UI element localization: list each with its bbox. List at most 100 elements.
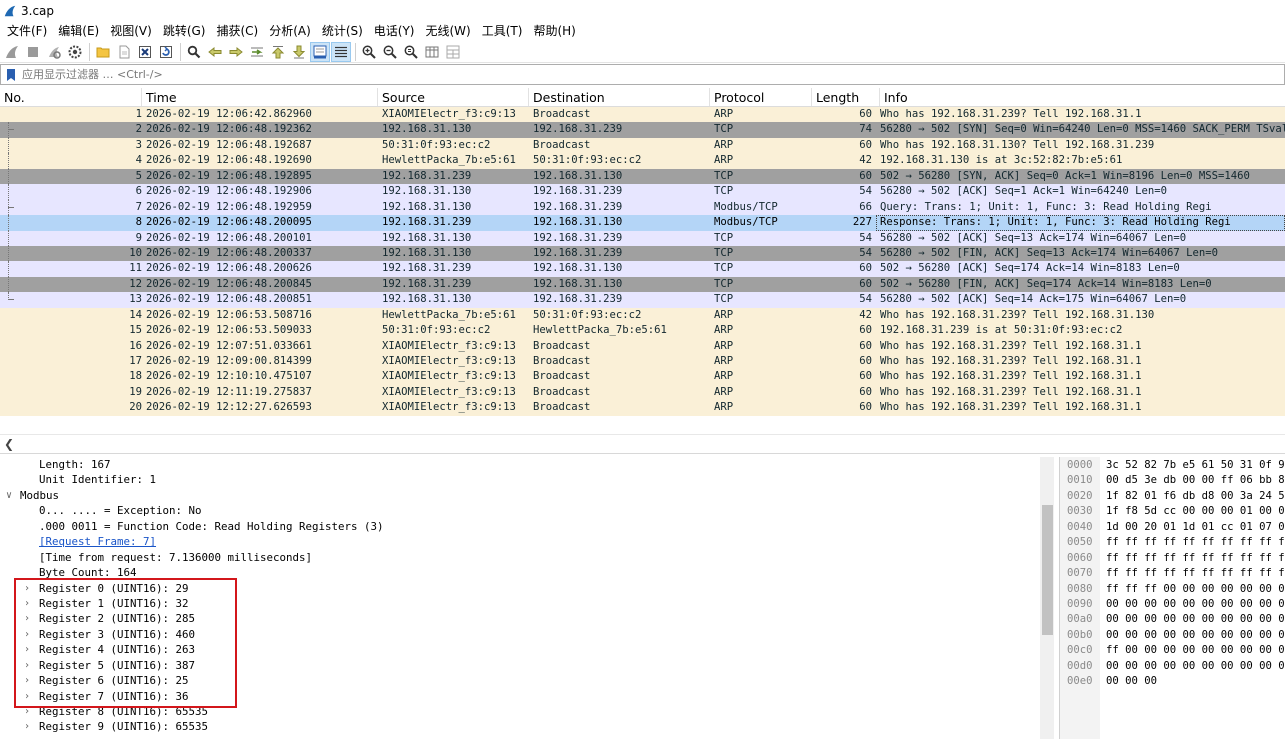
packet-row[interactable]: 8 2026-02-19 12:06:48.200095 192.168.31.23… [0, 215, 1285, 231]
packet-row[interactable]: 3 2026-02-19 12:06:48.192687 50:31:0f:93:e… [0, 137, 1285, 154]
byte-row[interactable]: 0070 ff ff ff ff ff ff ff ff ff f [1060, 566, 1285, 581]
chevron-down-icon[interactable]: ∨ [3, 488, 15, 503]
packet-row[interactable]: 17 2026-02-19 12:09:00.814399 XIAOMIElectr… [0, 354, 1285, 370]
menu-capture[interactable]: 捕获(C) [211, 21, 264, 41]
byte-row[interactable]: 00d0 00 00 00 00 00 00 00 00 00 0 [1060, 659, 1285, 674]
column-header-no[interactable]: No. [0, 88, 142, 106]
byte-row[interactable]: 0010 00 d5 3e db 00 00 ff 06 bb 8 [1060, 473, 1285, 488]
byte-row[interactable]: 0090 00 00 00 00 00 00 00 00 00 0 [1060, 597, 1285, 612]
byte-row[interactable]: 0060 ff ff ff ff ff ff ff ff ff f [1060, 551, 1285, 566]
start-capture-button[interactable] [2, 42, 22, 62]
column-header-time[interactable]: Time [142, 88, 378, 106]
detail-field[interactable]: 0... .... = Exception: No [0, 503, 1040, 518]
packet-row[interactable]: 11 2026-02-19 12:06:48.200626 192.168.31.2… [0, 261, 1285, 277]
display-filter-input[interactable] [22, 68, 1222, 81]
detail-field[interactable]: Byte Count: 164 [0, 565, 1040, 580]
detail-tree-node[interactable]: › Register 4 (UINT16): 263 [0, 642, 1040, 657]
chevron-right-icon[interactable]: › [21, 627, 33, 642]
detail-field[interactable]: Unit Identifier: 1 [0, 472, 1040, 487]
scroll-left-icon[interactable]: ❮ [4, 437, 14, 451]
byte-row[interactable]: 00a0 00 00 00 00 00 00 00 00 00 0 [1060, 612, 1285, 627]
detail-tree-node[interactable]: › Register 1 (UINT16): 32 [0, 596, 1040, 611]
column-header-destination[interactable]: Destination [529, 88, 710, 106]
menu-analyze[interactable]: 分析(A) [264, 21, 317, 41]
colorize-button[interactable] [331, 41, 351, 62]
chevron-right-icon[interactable]: › [21, 611, 33, 626]
packet-row[interactable]: 10 2026-02-19 12:06:48.200337 192.168.31.1… [0, 245, 1285, 262]
go-to-packet-button[interactable] [247, 42, 267, 62]
packet-row[interactable]: 4 2026-02-19 12:06:48.192690 HewlettPacka_… [0, 153, 1285, 169]
column-header-source[interactable]: Source [378, 88, 529, 106]
detail-tree-node[interactable]: › Register 2 (UINT16): 285 [0, 611, 1040, 626]
detail-tree-node[interactable]: ∨ Modbus [0, 488, 1040, 503]
byte-row[interactable]: 0050 ff ff ff ff ff ff ff ff ff f [1060, 535, 1285, 550]
menu-go[interactable]: 跳转(G) [158, 21, 212, 41]
resize-columns-button[interactable] [422, 42, 442, 62]
chevron-right-icon[interactable]: › [21, 581, 33, 596]
detail-field[interactable]: Length: 167 [0, 457, 1040, 472]
bookmark-icon[interactable] [4, 68, 18, 82]
menu-statistics[interactable]: 统计(S) [317, 21, 369, 41]
column-header-info[interactable]: Info [880, 88, 1285, 106]
packet-row[interactable]: 9 2026-02-19 12:06:48.200101 192.168.31.13… [0, 230, 1285, 246]
find-packet-button[interactable] [184, 42, 204, 62]
go-forward-button[interactable] [226, 42, 246, 62]
packet-row[interactable]: 19 2026-02-19 12:11:19.275837 XIAOMIElectr… [0, 384, 1285, 401]
scrollbar-thumb[interactable] [1042, 505, 1053, 635]
close-file-button[interactable] [135, 42, 155, 62]
detail-field[interactable]: [Time from request: 7.136000 millisecond… [0, 550, 1040, 565]
packet-row[interactable]: 2 2026-02-19 12:06:48.192362 192.168.31.13… [0, 122, 1285, 138]
packet-row[interactable]: 13 2026-02-19 12:06:48.200851 192.168.31.1… [0, 292, 1285, 308]
byte-row[interactable]: 0030 1f f8 5d cc 00 00 00 01 00 0 [1060, 504, 1285, 519]
packet-row[interactable]: 20 2026-02-19 12:12:27.626593 XIAOMIElectr… [0, 400, 1285, 416]
menu-wireless[interactable]: 无线(W) [421, 21, 477, 41]
detail-field[interactable]: .000 0011 = Function Code: Read Holding … [0, 519, 1040, 534]
byte-row[interactable]: 0040 1d 00 20 01 1d 01 cc 01 07 0 [1060, 520, 1285, 535]
detail-tree-node[interactable]: › Register 7 (UINT16): 36 [0, 689, 1040, 704]
byte-row[interactable]: 00b0 00 00 00 00 00 00 00 00 00 0 [1060, 628, 1285, 643]
detail-field[interactable]: [Request Frame: 7] [0, 534, 1040, 549]
chevron-right-icon[interactable]: › [21, 673, 33, 688]
save-file-button[interactable] [114, 42, 134, 62]
detail-tree-node[interactable]: › Register 8 (UINT16): 65535 [0, 704, 1040, 719]
menu-edit[interactable]: 编辑(E) [53, 21, 105, 41]
last-packet-button[interactable] [289, 42, 309, 62]
packet-row[interactable]: 16 2026-02-19 12:07:51.033661 XIAOMIElectr… [0, 338, 1285, 354]
byte-row[interactable]: 0080 ff ff ff 00 00 00 00 00 00 0 [1060, 582, 1285, 597]
restart-capture-button[interactable] [44, 42, 64, 62]
column-header-protocol[interactable]: Protocol [710, 88, 812, 106]
packet-row[interactable]: 7 2026-02-19 12:06:48.192959 192.168.31.13… [0, 199, 1285, 216]
chevron-right-icon[interactable]: › [21, 596, 33, 611]
chevron-right-icon[interactable]: › [21, 704, 33, 719]
packet-list-hscroll[interactable]: ❮ [0, 434, 1285, 454]
menu-file[interactable]: 文件(F) [2, 21, 53, 41]
zoom-in-button[interactable] [359, 42, 379, 62]
byte-row[interactable]: 00e0 00 00 00 [1060, 674, 1285, 689]
detail-tree-node[interactable]: › Register 6 (UINT16): 25 [0, 673, 1040, 688]
menu-help[interactable]: 帮助(H) [528, 21, 581, 41]
detail-tree-node[interactable]: › Register 5 (UINT16): 387 [0, 658, 1040, 673]
capture-options-button[interactable] [65, 42, 85, 62]
normal-size-button[interactable] [401, 42, 421, 62]
byte-row[interactable]: 00c0 ff 00 00 00 00 00 00 00 00 0 [1060, 643, 1285, 658]
first-packet-button[interactable] [268, 42, 288, 62]
menu-tools[interactable]: 工具(T) [477, 21, 529, 41]
chevron-right-icon[interactable]: › [21, 658, 33, 673]
go-back-button[interactable] [205, 42, 225, 62]
byte-row[interactable]: 0020 1f 82 01 f6 db d8 00 3a 24 5 [1060, 489, 1285, 504]
packet-row[interactable]: 6 2026-02-19 12:06:48.192906 192.168.31.13… [0, 184, 1285, 200]
chevron-right-icon[interactable]: › [21, 642, 33, 657]
reload-file-button[interactable] [156, 42, 176, 62]
layout-button[interactable] [443, 42, 463, 62]
packet-row[interactable]: 5 2026-02-19 12:06:48.192895 192.168.31.23… [0, 168, 1285, 185]
menu-view[interactable]: 视图(V) [105, 21, 158, 41]
byte-row[interactable]: 0000 3c 52 82 7b e5 61 50 31 0f 9 [1060, 458, 1285, 473]
chevron-right-icon[interactable]: › [21, 689, 33, 704]
column-header-length[interactable]: Length [812, 88, 880, 106]
menu-telephony[interactable]: 电话(Y) [369, 21, 421, 41]
packet-row[interactable]: 15 2026-02-19 12:06:53.509033 50:31:0f:93:… [0, 323, 1285, 339]
request-frame-link[interactable]: [Request Frame: 7] [39, 534, 156, 549]
zoom-out-button[interactable] [380, 42, 400, 62]
chevron-right-icon[interactable]: › [21, 719, 33, 734]
packet-row[interactable]: 14 2026-02-19 12:06:53.508716 HewlettPacka… [0, 307, 1285, 324]
